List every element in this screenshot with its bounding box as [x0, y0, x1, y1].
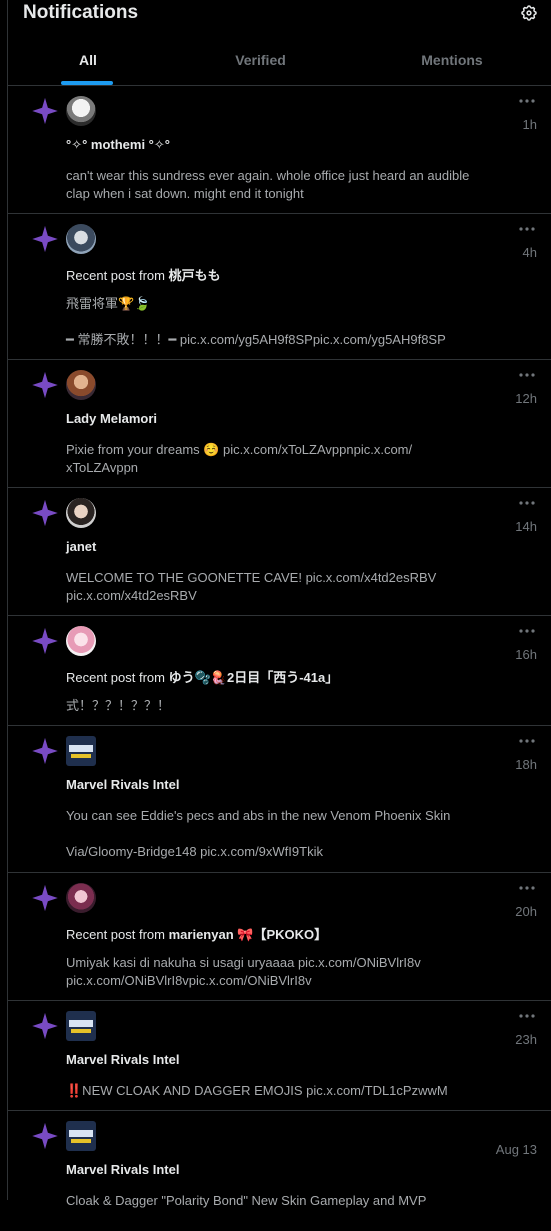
author-prefix: Recent post from: [66, 927, 169, 942]
notification-time: 23h: [515, 1032, 537, 1047]
notification-time: 4h: [522, 245, 537, 260]
author-prefix: Recent post from: [66, 268, 169, 283]
star-icon: [32, 1012, 58, 1040]
notification-time: 20h: [515, 904, 537, 919]
notification-time: 1h: [522, 117, 537, 132]
notification-author[interactable]: Recent post from marienyan 🎀【PKOKO】: [66, 924, 327, 943]
post-text: ━ 常勝不敗！！！━ pic.x.com/yg5AH9f8SPpic.x.com…: [66, 332, 446, 347]
notification-text: ‼️NEW CLOAK AND DAGGER EMOJIS pic.x.com/…: [66, 1082, 486, 1100]
author-name: Marvel Rivals Intel: [66, 777, 180, 792]
tab-all[interactable]: All: [8, 38, 168, 85]
post-text: Cloak & Dagger "Polarity Bond" New Skin …: [66, 1193, 427, 1208]
post-text: You can see Eddie's pecs and abs in the …: [66, 808, 451, 823]
page-title: Notifications: [23, 2, 139, 23]
avatar[interactable]: [66, 883, 96, 913]
avatar[interactable]: [66, 626, 96, 656]
avatar[interactable]: [66, 370, 96, 400]
more-icon[interactable]: [518, 1011, 536, 1021]
post-text: ‼️NEW CLOAK AND DAGGER EMOJIS pic.x.com/…: [66, 1083, 448, 1098]
notification-item[interactable]: 16h Recent post from ゆう🫧🪼2日目「西う-41a」 式！？…: [8, 616, 551, 726]
avatar[interactable]: [66, 96, 96, 126]
author-name: Marvel Rivals Intel: [66, 1052, 180, 1067]
more-icon[interactable]: [518, 96, 536, 106]
notification-text: can't wear this sundress ever again. who…: [66, 167, 486, 203]
notification-author[interactable]: Marvel Rivals Intel: [66, 1052, 179, 1067]
author-prefix: Recent post from: [66, 670, 169, 685]
author-name: 桃戸もも: [168, 268, 221, 283]
notification-time: Aug 13: [495, 1142, 537, 1157]
star-icon: [32, 627, 58, 655]
notifications-page: Notifications All Verified Mentions 1h °…: [0, 0, 551, 1208]
tab-all-label: All: [79, 52, 97, 68]
notification-time: 18h: [515, 757, 537, 772]
tab-verified[interactable]: Verified: [168, 38, 353, 85]
notification-item[interactable]: 14h janet WELCOME TO THE GOONETTE CAVE! …: [8, 488, 551, 616]
notification-tabs: All Verified Mentions: [8, 38, 551, 86]
notification-item[interactable]: 20h Recent post from marienyan 🎀【PKOKO】 …: [8, 873, 551, 1001]
notification-item[interactable]: 23h Marvel Rivals Intel ‼️NEW CLOAK AND …: [8, 1001, 551, 1111]
notification-author[interactable]: Marvel Rivals Intel: [66, 777, 179, 792]
star-icon: [32, 225, 58, 253]
author-name: Marvel Rivals Intel: [66, 1162, 180, 1177]
tab-verified-label: Verified: [235, 52, 286, 68]
more-icon[interactable]: [518, 370, 536, 380]
notification-author[interactable]: janet: [66, 539, 96, 554]
star-icon: [32, 1122, 58, 1150]
notification-author[interactable]: Lady Melamori: [66, 411, 157, 426]
more-icon[interactable]: [518, 736, 536, 746]
author-name: Lady Melamori: [66, 411, 158, 426]
post-text: 飛雷将軍🏆🍃: [66, 296, 151, 311]
tab-mentions[interactable]: Mentions: [353, 38, 551, 85]
notification-author[interactable]: Recent post from 桃戸もも: [66, 265, 221, 284]
rivals-logo-avatar[interactable]: [66, 1011, 96, 1041]
notification-item[interactable]: Aug 13 Marvel Rivals Intel Cloak & Dagge…: [8, 1111, 551, 1231]
notification-text: Umiyak kasi di nakuha si usagi uryaaaa p…: [66, 954, 461, 990]
author-name: ゆう🫧🪼2日目「西う-41a」: [168, 670, 339, 685]
post-text: WELCOME TO THE GOONETTE CAVE! pic.x.com/…: [66, 570, 437, 603]
more-icon[interactable]: [518, 224, 536, 234]
notification-time: 16h: [515, 647, 537, 662]
author-name: °✧° mothemi °✧°: [66, 137, 170, 152]
more-icon[interactable]: [518, 498, 536, 508]
notification-author[interactable]: Marvel Rivals Intel: [66, 1162, 179, 1177]
post-text: Pixie from your dreams ☺️ pic.x.com/xToL…: [66, 442, 413, 475]
notification-item[interactable]: 18h Marvel Rivals Intel You can see Eddi…: [8, 726, 551, 873]
rivals-logo-avatar[interactable]: [66, 736, 96, 766]
star-icon: [32, 97, 58, 125]
notification-author[interactable]: °✧° mothemi °✧°: [66, 137, 170, 153]
notification-time: 12h: [515, 391, 537, 406]
active-tab-indicator: [61, 81, 113, 85]
avatar[interactable]: [66, 498, 96, 528]
notification-item[interactable]: 12h Lady Melamori Pixie from your dreams…: [8, 360, 551, 488]
notifications-header: Notifications All Verified Mentions: [0, 0, 551, 86]
star-icon: [32, 371, 58, 399]
more-icon[interactable]: [518, 626, 536, 636]
notification-text: WELCOME TO THE GOONETTE CAVE! pic.x.com/…: [66, 569, 471, 605]
tab-mentions-label: Mentions: [421, 52, 483, 68]
post-text: Umiyak kasi di nakuha si usagi uryaaaa p…: [66, 955, 421, 988]
star-icon: [32, 884, 58, 912]
star-icon: [32, 737, 58, 765]
gear-icon[interactable]: [520, 4, 538, 22]
post-text: can't wear this sundress ever again. who…: [66, 168, 470, 201]
notification-text: Cloak & Dagger "Polarity Bond" New Skin …: [66, 1192, 526, 1210]
author-name: marienyan 🎀【PKOKO】: [168, 927, 328, 942]
avatar[interactable]: [66, 224, 96, 254]
notification-item[interactable]: 1h °✧° mothemi °✧° can't wear this sundr…: [8, 86, 551, 214]
notification-author[interactable]: Recent post from ゆう🫧🪼2日目「西う-41a」: [66, 667, 338, 686]
notification-text: You can see Eddie's pecs and abs in the …: [66, 807, 526, 861]
star-icon: [32, 499, 58, 527]
author-name: janet: [66, 539, 97, 554]
notification-text: Pixie from your dreams ☺️ pic.x.com/xToL…: [66, 441, 461, 477]
notification-item[interactable]: 4h Recent post from 桃戸もも 飛雷将軍🏆🍃 ━ 常勝不敗！！…: [8, 214, 551, 360]
rivals-logo-avatar[interactable]: [66, 1121, 96, 1151]
post-text: 式！？？！？？！: [66, 698, 171, 713]
notification-time: 14h: [515, 519, 537, 534]
notification-text: 式！？？！？？！: [66, 697, 486, 715]
notification-text: 飛雷将軍🏆🍃 ━ 常勝不敗！！！━ pic.x.com/yg5AH9f8SPpi…: [66, 295, 526, 349]
more-icon[interactable]: [518, 883, 536, 893]
post-text: Via/Gloomy-Bridge148 pic.x.com/9xWfI9Tki…: [66, 844, 323, 859]
